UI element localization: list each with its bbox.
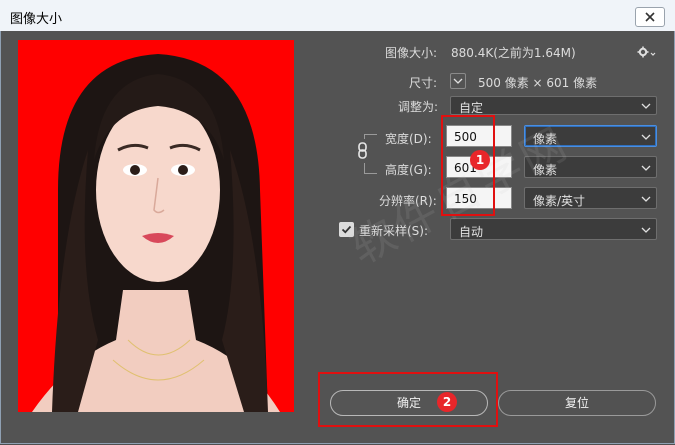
constrain-proportions-button[interactable] [356,139,370,163]
image-preview[interactable] [18,40,294,412]
dimensions-label: 尺寸: [409,76,438,90]
title-bar: 图像大小 [0,0,675,32]
close-icon [645,12,655,22]
resolution-label: 分辨率(R): [379,194,437,208]
width-unit-value: 像素 [533,132,558,146]
annotation-box-ok [318,372,498,427]
chevron-down-icon [453,78,463,84]
chevron-down-icon [641,103,651,109]
dimensions-dropdown[interactable] [450,73,466,89]
image-size-value: 880.4K(之前为1.64M) [451,46,576,60]
image-size-label: 图像大小: [385,46,438,60]
fit-to-select[interactable]: 自定 [450,96,657,115]
link-icon [358,142,367,159]
fit-to-value: 自定 [459,101,484,115]
checkmark-icon [341,225,352,234]
annotation-badge-1: 1 [470,150,490,170]
dimensions-value: 500 像素 × 601 像素 [478,76,598,90]
chevron-down-icon [641,196,651,202]
window-title: 图像大小 [10,12,63,27]
resample-value: 自动 [459,225,484,239]
gear-icon [637,46,656,58]
fit-to-label: 调整为: [398,100,439,114]
annotation-badge-2: 2 [437,392,457,412]
resample-checkbox[interactable] [339,222,354,237]
close-button[interactable] [635,7,665,27]
chevron-down-icon [641,227,651,233]
chevron-down-icon [641,165,651,171]
height-unit-select[interactable]: 像素 [524,156,657,178]
width-label: 宽度(D): [385,132,432,146]
height-unit-value: 像素 [533,163,558,177]
reset-button[interactable]: 复位 [498,390,656,416]
resolution-unit-select[interactable]: 像素/英寸 [524,187,657,209]
resample-label: 重新采样(S): [359,224,429,238]
portrait-image [18,40,294,412]
width-unit-select[interactable]: 像素 [524,125,657,147]
settings-button[interactable] [636,44,656,60]
chevron-down-icon [641,134,651,140]
resample-select[interactable]: 自动 [450,218,657,240]
resolution-unit-value: 像素/英寸 [533,194,586,208]
height-label: 高度(G): [385,163,432,177]
